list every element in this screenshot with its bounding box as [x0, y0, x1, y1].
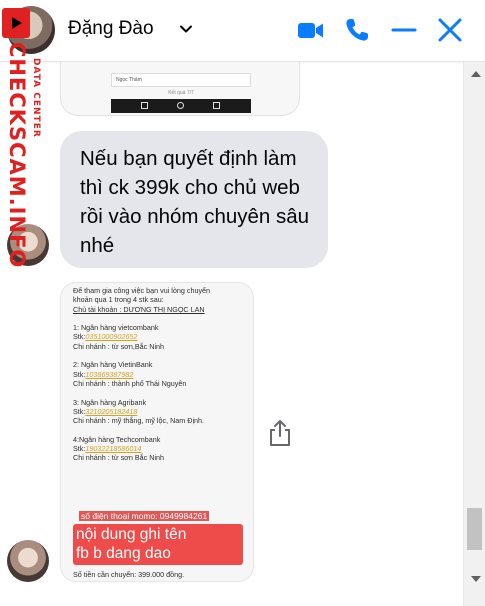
- chevron-down-icon[interactable]: [178, 21, 194, 37]
- scroll-up-icon[interactable]: [471, 71, 481, 77]
- transfer-amount: Số tiền cần chuyển: 399.000 đồng.: [73, 570, 185, 579]
- chat-header: Đặng Đào: [0, 0, 485, 62]
- screenshot-row-caption: Kết quả 7/7: [168, 90, 194, 96]
- video-call-icon[interactable]: [296, 15, 326, 45]
- transfer-note: nội dung ghi tên fb b dang dao: [73, 524, 243, 565]
- contact-name[interactable]: Đặng Đào: [68, 18, 154, 40]
- message-bubble[interactable]: Nếu bạn quyết định làm thì ck 399k cho c…: [60, 131, 328, 268]
- scrollbar[interactable]: [463, 62, 485, 606]
- sender-avatar[interactable]: [7, 540, 49, 582]
- watermark-subtext: DATA CENTER: [31, 58, 41, 138]
- scroll-down-icon[interactable]: [471, 576, 481, 582]
- screenshot-row: Ngọc Thảm: [111, 73, 251, 87]
- screenshot-image-bubble[interactable]: Ngọc Thảm Kết quả 7/7: [60, 62, 300, 116]
- close-icon[interactable]: [435, 15, 465, 45]
- minimize-icon[interactable]: [389, 15, 419, 45]
- bank-info-text: Để tham gia công việc bạn vui lòng chuyể…: [73, 286, 211, 463]
- bank-info-image[interactable]: Để tham gia công việc bạn vui lòng chuyể…: [60, 282, 254, 582]
- momo-phone: số điện thoại momo: 0949984261: [79, 511, 210, 521]
- screenshot-navbar: [111, 99, 251, 113]
- phone-icon[interactable]: [342, 15, 372, 45]
- scrollbar-thumb[interactable]: [467, 508, 482, 550]
- watermark-logo-icon: [2, 8, 30, 38]
- watermark-text: CHECKSCAM.INFO: [5, 42, 29, 269]
- message-list[interactable]: Ngọc Thảm Kết quả 7/7 Nếu bạn quyết định…: [0, 62, 463, 606]
- share-icon[interactable]: [268, 419, 292, 447]
